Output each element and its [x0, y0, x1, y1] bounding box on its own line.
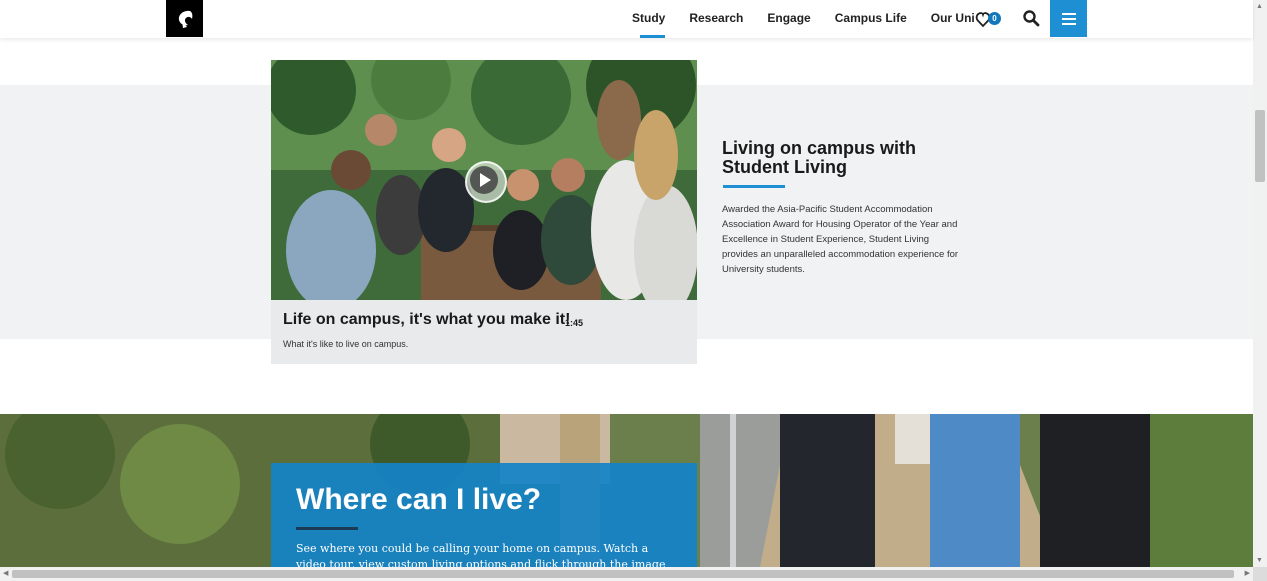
where-section: Where can I live? See where you could be… [0, 414, 1253, 567]
scrollbar-corner [1253, 567, 1267, 581]
hamburger-icon [1061, 12, 1076, 25]
nav-research[interactable]: Research [677, 0, 755, 38]
living-heading: Living on campus with Student Living [722, 138, 917, 177]
vertical-scroll-thumb[interactable] [1255, 110, 1265, 182]
scroll-up-icon[interactable]: ▲ [1256, 3, 1263, 10]
video-duration: 1:45 [565, 318, 584, 328]
favourites-badge: 0 [988, 12, 1001, 25]
search-icon[interactable] [1022, 9, 1040, 27]
living-description: Awarded the Asia-Pacific Student Accommo… [722, 204, 959, 275]
where-heading: Where can I live? [296, 483, 542, 516]
video-description: What it's like to live on campus. [283, 339, 409, 349]
main-nav: Study Research Engage Campus Life Our Un… [620, 0, 987, 38]
where-card: Where can I live? See where you could be… [271, 463, 697, 567]
nav-engage[interactable]: Engage [755, 0, 822, 38]
university-logo[interactable] [166, 0, 203, 37]
video-title[interactable]: Life on campus, it's what you make it! [283, 311, 570, 329]
heading-underline [723, 185, 785, 188]
play-icon [470, 166, 498, 194]
scroll-down-icon[interactable]: ▼ [1256, 557, 1263, 564]
nav-study[interactable]: Study [620, 0, 677, 38]
video-card[interactable]: Life on campus, it's what you make it! 1… [271, 60, 697, 364]
scroll-right-icon[interactable]: ▶ [1245, 569, 1250, 577]
video-thumbnail[interactable] [271, 60, 697, 300]
where-underline [296, 527, 358, 530]
menu-button[interactable] [1050, 0, 1087, 37]
site-header: Study Research Engage Campus Life Our Un… [0, 0, 1253, 38]
logo-icon [178, 10, 192, 28]
play-button[interactable] [465, 161, 507, 203]
where-description: See where you could be calling your home… [296, 542, 666, 567]
horizontal-scrollbar[interactable]: ◀ ▶ [0, 567, 1253, 581]
horizontal-scroll-thumb[interactable] [12, 570, 1234, 578]
vertical-scrollbar[interactable]: ▲ ▼ [1253, 0, 1267, 567]
nav-campus-life[interactable]: Campus Life [823, 0, 919, 38]
scroll-left-icon[interactable]: ◀ [3, 569, 8, 577]
